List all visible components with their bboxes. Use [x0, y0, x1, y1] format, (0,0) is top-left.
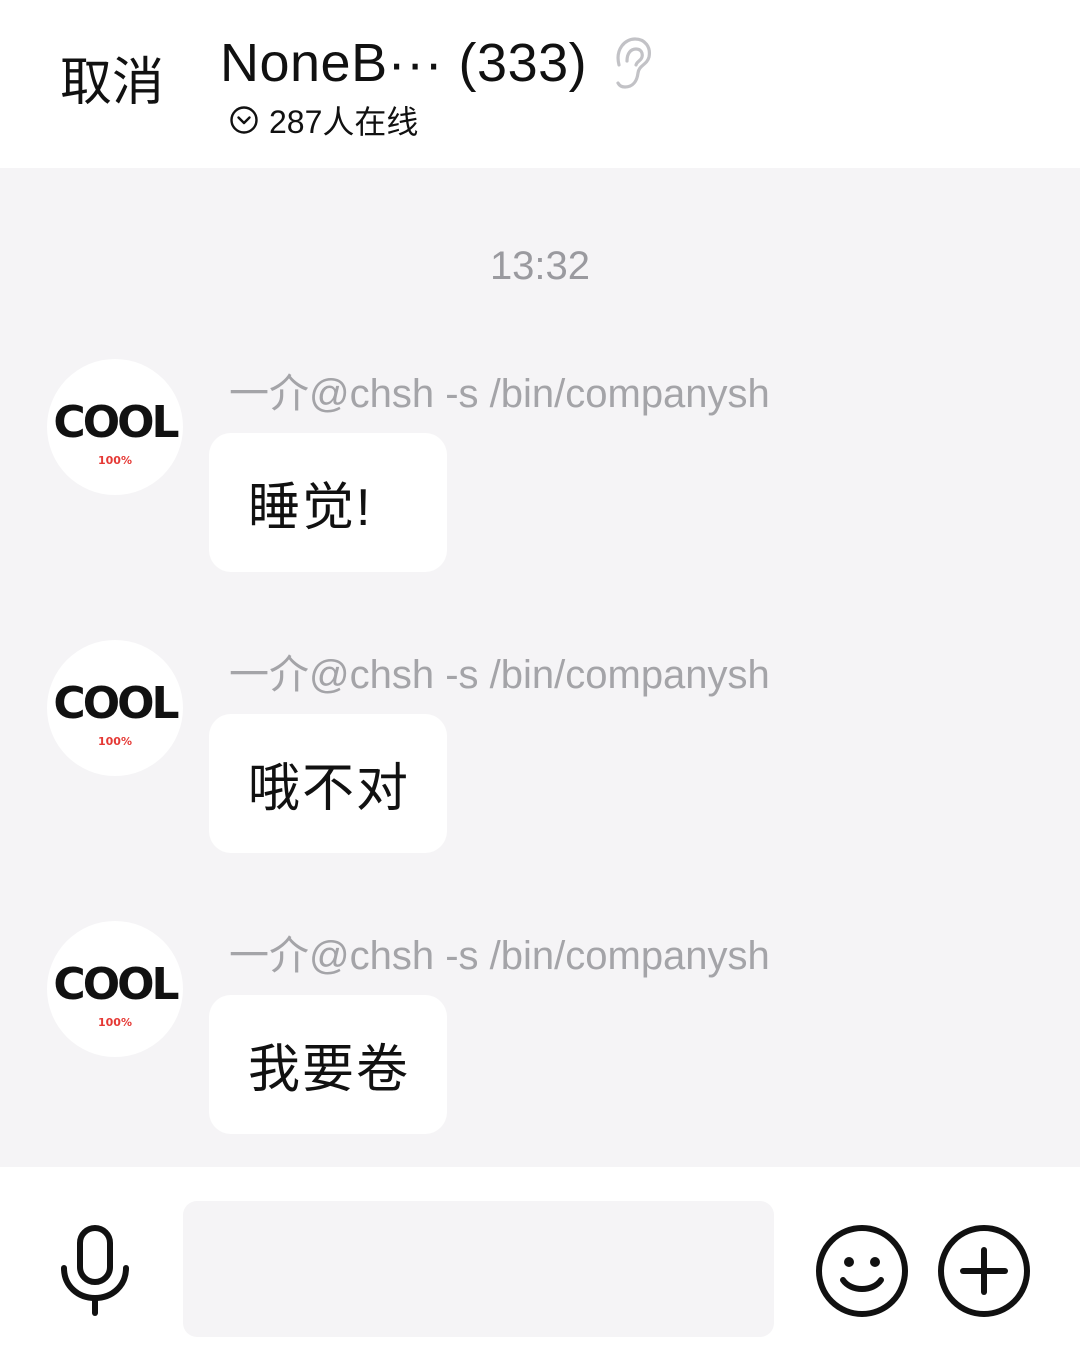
chat-area[interactable]: 13:32 COOL 100% 一介@chsh -s /bin/companys…: [0, 168, 1080, 1167]
cancel-button[interactable]: 取消: [60, 52, 164, 114]
message-item: COOL 100% 一介@chsh -s /bin/companysh 我要卷: [0, 921, 1080, 1141]
message-timestamp: 13:32: [489, 244, 591, 288]
chat-header: 取消 NoneB··· (333) 287人在线: [0, 0, 1080, 168]
ear-icon[interactable]: [611, 35, 655, 91]
group-title[interactable]: NoneB··· (333): [220, 30, 587, 96]
message-bubble[interactable]: 睡觉!: [209, 433, 447, 572]
message-bubble[interactable]: 哦不对: [209, 714, 447, 853]
online-count: 287人在线: [269, 104, 419, 140]
message-item: COOL 100% 一介@chsh -s /bin/companysh 哦不对: [0, 640, 1080, 860]
message-text: 睡觉!: [248, 479, 373, 537]
sender-name[interactable]: 一介@chsh -s /bin/companysh: [229, 642, 770, 700]
title-row: NoneB··· (333): [220, 30, 655, 96]
message-item: COOL 100% 一介@chsh -s /bin/companysh 睡觉!: [0, 359, 1080, 579]
plus-icon[interactable]: [937, 1224, 1031, 1318]
sender-name[interactable]: 一介@chsh -s /bin/companysh: [229, 923, 770, 981]
chevron-down-circle-icon: [230, 106, 258, 134]
message-bubble[interactable]: 我要卷: [209, 995, 447, 1134]
message-text: 哦不对: [248, 760, 411, 818]
avatar-logo-subtext: 100%: [98, 735, 132, 748]
avatar-logo-text: COOL: [53, 678, 179, 729]
sender-name[interactable]: 一介@chsh -s /bin/companysh: [229, 361, 770, 419]
avatar-logo-subtext: 100%: [98, 1016, 132, 1029]
avatar[interactable]: COOL 100%: [47, 921, 183, 1057]
microphone-icon[interactable]: [58, 1224, 132, 1316]
message-input[interactable]: [183, 1201, 774, 1337]
emoji-icon[interactable]: [815, 1224, 909, 1318]
online-status[interactable]: 287人在线: [229, 100, 418, 140]
avatar-logo-text: COOL: [53, 397, 179, 448]
avatar-logo-text: COOL: [53, 959, 179, 1010]
avatar[interactable]: COOL 100%: [47, 359, 183, 495]
avatar[interactable]: COOL 100%: [47, 640, 183, 776]
message-text: 我要卷: [248, 1041, 411, 1099]
avatar-logo-subtext: 100%: [98, 454, 132, 467]
